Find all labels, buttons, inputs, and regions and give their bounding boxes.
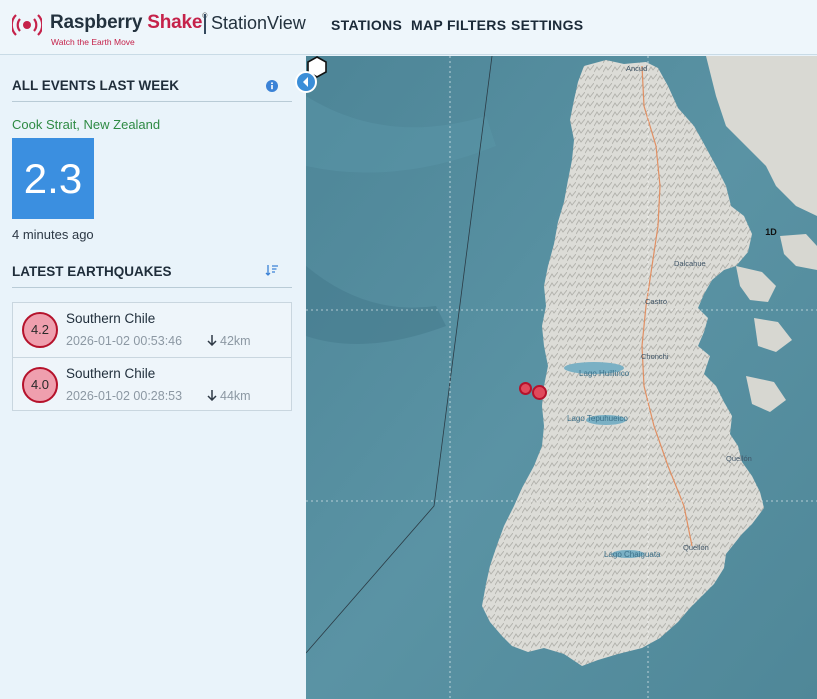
- all-events-title: ALL EVENTS LAST WEEK: [12, 78, 180, 93]
- quake-depth-value: 44km: [220, 389, 251, 403]
- top-navbar: Raspberry Shake® Watch the Earth Move St…: [0, 0, 817, 55]
- map-label-lake-huillinco: Lago Huillinco: [579, 369, 630, 378]
- raspberry-shake-logo-icon[interactable]: [12, 10, 42, 40]
- app-name: StationView: [211, 13, 306, 33]
- info-icon[interactable]: [266, 80, 278, 92]
- arrow-down-icon: [207, 335, 217, 347]
- earthquake-list: 4.2 Southern Chile 2026-01-02 00:53:46 4…: [12, 302, 292, 411]
- brand-name[interactable]: Raspberry Shake®: [50, 12, 207, 34]
- map-label-lake-tepuhueico: Lago Tepuhueico: [567, 414, 628, 423]
- quake-depth-value: 42km: [220, 334, 251, 348]
- map-label-quellon: Quellón: [683, 543, 709, 552]
- nav-stations[interactable]: STATIONS: [331, 17, 402, 33]
- map-label-lake-chaiguata: Lago Chaiguata: [604, 550, 661, 559]
- quake-time: 2026-01-02 00:53:46: [66, 334, 183, 348]
- quake-map-marker[interactable]: [519, 382, 532, 395]
- latest-event-magnitude[interactable]: 2.3: [12, 138, 94, 219]
- station-marker-label: 1D: [765, 227, 777, 237]
- latest-event-time-ago: 4 minutes ago: [12, 227, 94, 242]
- events-sidebar: ALL EVENTS LAST WEEK Cook Strait, New Ze…: [0, 56, 306, 699]
- arrow-down-icon: [207, 390, 217, 402]
- brand-tagline: Watch the Earth Move: [51, 37, 135, 47]
- quake-magnitude-badge: 4.2: [22, 312, 58, 348]
- quake-depth: 42km: [207, 334, 251, 348]
- map-label-castro: Castro: [645, 297, 668, 306]
- latest-earthquakes-title: LATEST EARTHQUAKES: [12, 264, 172, 279]
- quake-place: Southern Chile: [66, 311, 156, 326]
- earthquake-map[interactable]: Ancud Dalcahue Castro Chonchi Lago Huill…: [306, 56, 817, 699]
- brand-divider: [204, 14, 206, 34]
- map-label-ancud: Ancud: [626, 64, 648, 73]
- map-terrain: [306, 56, 817, 699]
- nav-map-filters[interactable]: MAP FILTERS: [411, 17, 506, 33]
- section-divider: [12, 287, 292, 288]
- chevron-left-icon: [303, 77, 308, 87]
- collapse-sidebar-button[interactable]: [295, 71, 317, 93]
- latest-event-location[interactable]: Cook Strait, New Zealand: [12, 117, 160, 132]
- quake-map-marker[interactable]: [532, 385, 547, 400]
- map-label-quellon-north: Quellón: [726, 454, 752, 463]
- nav-settings[interactable]: SETTINGS: [511, 17, 583, 33]
- brand-accent-text: Shake: [147, 12, 203, 33]
- map-label-dalcahue: Dalcahue: [674, 259, 706, 268]
- earthquake-list-item[interactable]: 4.2 Southern Chile 2026-01-02 00:53:46 4…: [13, 303, 291, 357]
- section-divider: [12, 101, 292, 102]
- quake-depth: 44km: [207, 389, 251, 403]
- map-label-chonchi: Chonchi: [641, 352, 669, 361]
- brand-name-text: Raspberry: [50, 12, 143, 33]
- quake-magnitude-badge: 4.0: [22, 367, 58, 403]
- sort-icon[interactable]: [265, 263, 279, 277]
- quake-place: Southern Chile: [66, 366, 156, 381]
- earthquake-list-item[interactable]: 4.0 Southern Chile 2026-01-02 00:28:53 4…: [13, 357, 291, 411]
- quake-time: 2026-01-02 00:28:53: [66, 389, 183, 403]
